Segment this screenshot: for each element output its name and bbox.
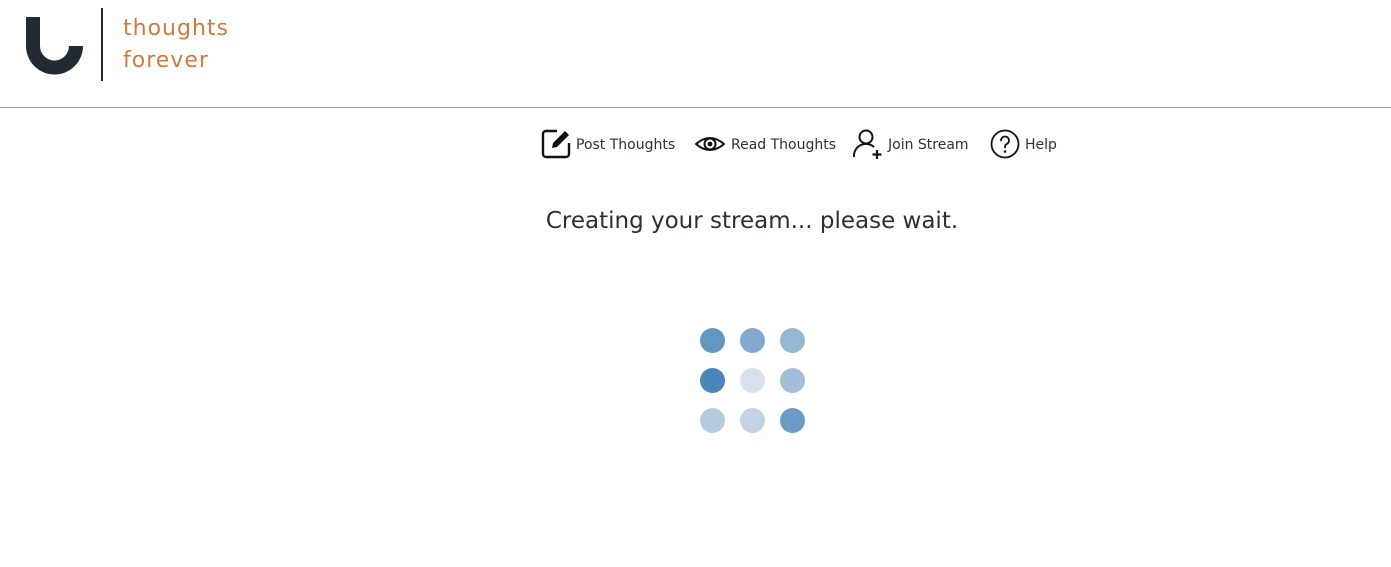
loading-dots-spinner xyxy=(700,328,806,434)
add-user-icon xyxy=(852,128,884,160)
spinner-dot xyxy=(740,328,765,353)
nav-join-stream-label: Join Stream xyxy=(888,137,969,153)
brand-line-2: forever xyxy=(123,48,209,73)
spinner-dot xyxy=(740,408,765,433)
edit-icon xyxy=(540,128,572,160)
brand-line-1: thoughts xyxy=(123,16,229,41)
spinner-dot xyxy=(700,368,725,393)
nav-post-thoughts[interactable]: Post Thoughts xyxy=(540,126,675,162)
nav-post-thoughts-label: Post Thoughts xyxy=(576,137,676,153)
spinner-dot xyxy=(780,368,805,393)
brand-name[interactable]: thoughts forever xyxy=(123,13,229,77)
nav-help[interactable]: Help xyxy=(990,126,1057,162)
logo-icon[interactable] xyxy=(26,17,83,75)
nav-join-stream[interactable]: Join Stream xyxy=(852,126,969,162)
header: thoughts forever xyxy=(0,0,1391,108)
page: thoughts forever Post Thoughts Read Thou… xyxy=(0,0,1391,567)
spinner-dot xyxy=(780,408,805,433)
status-message: Creating your stream... please wait. xyxy=(545,208,959,234)
spinner-dot xyxy=(780,328,805,353)
spinner-dot xyxy=(740,368,765,393)
nav-help-label: Help xyxy=(1025,137,1057,153)
spinner-dot xyxy=(700,328,725,353)
spinner-dot xyxy=(700,408,725,433)
logo-divider xyxy=(101,8,103,81)
nav-read-thoughts[interactable]: Read Thoughts xyxy=(695,126,836,162)
nav-read-thoughts-label: Read Thoughts xyxy=(731,137,837,153)
eye-icon xyxy=(695,128,725,160)
help-icon xyxy=(990,128,1021,160)
main-nav: Post Thoughts Read Thoughts Join Stream … xyxy=(0,126,1391,162)
